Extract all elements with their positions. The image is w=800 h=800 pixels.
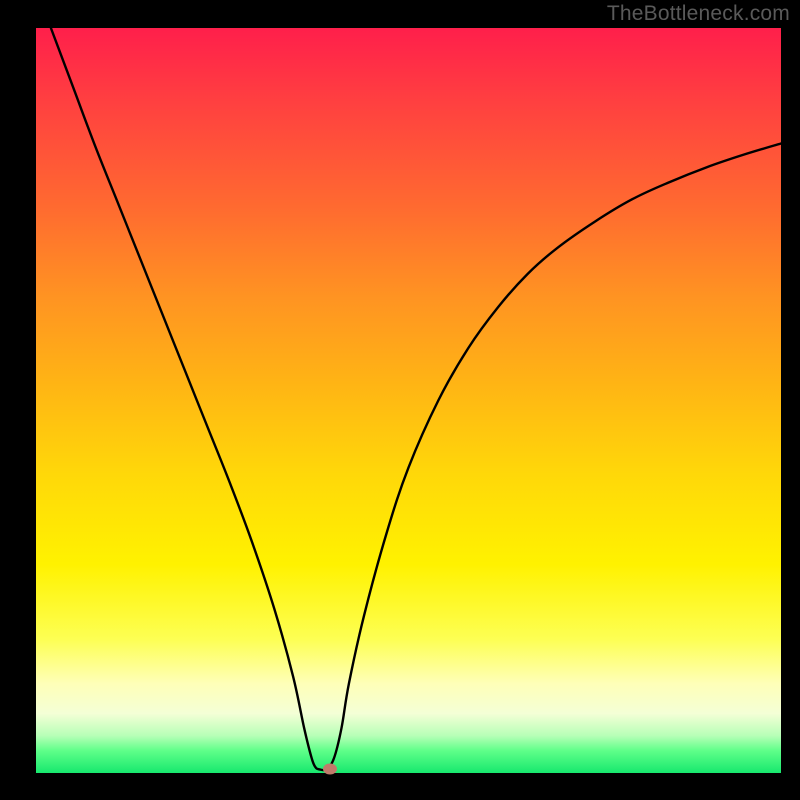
chart-plot-area xyxy=(36,28,781,773)
optimal-point-marker xyxy=(323,763,337,774)
bottleneck-curve xyxy=(36,28,781,773)
watermark-text: TheBottleneck.com xyxy=(607,2,790,26)
